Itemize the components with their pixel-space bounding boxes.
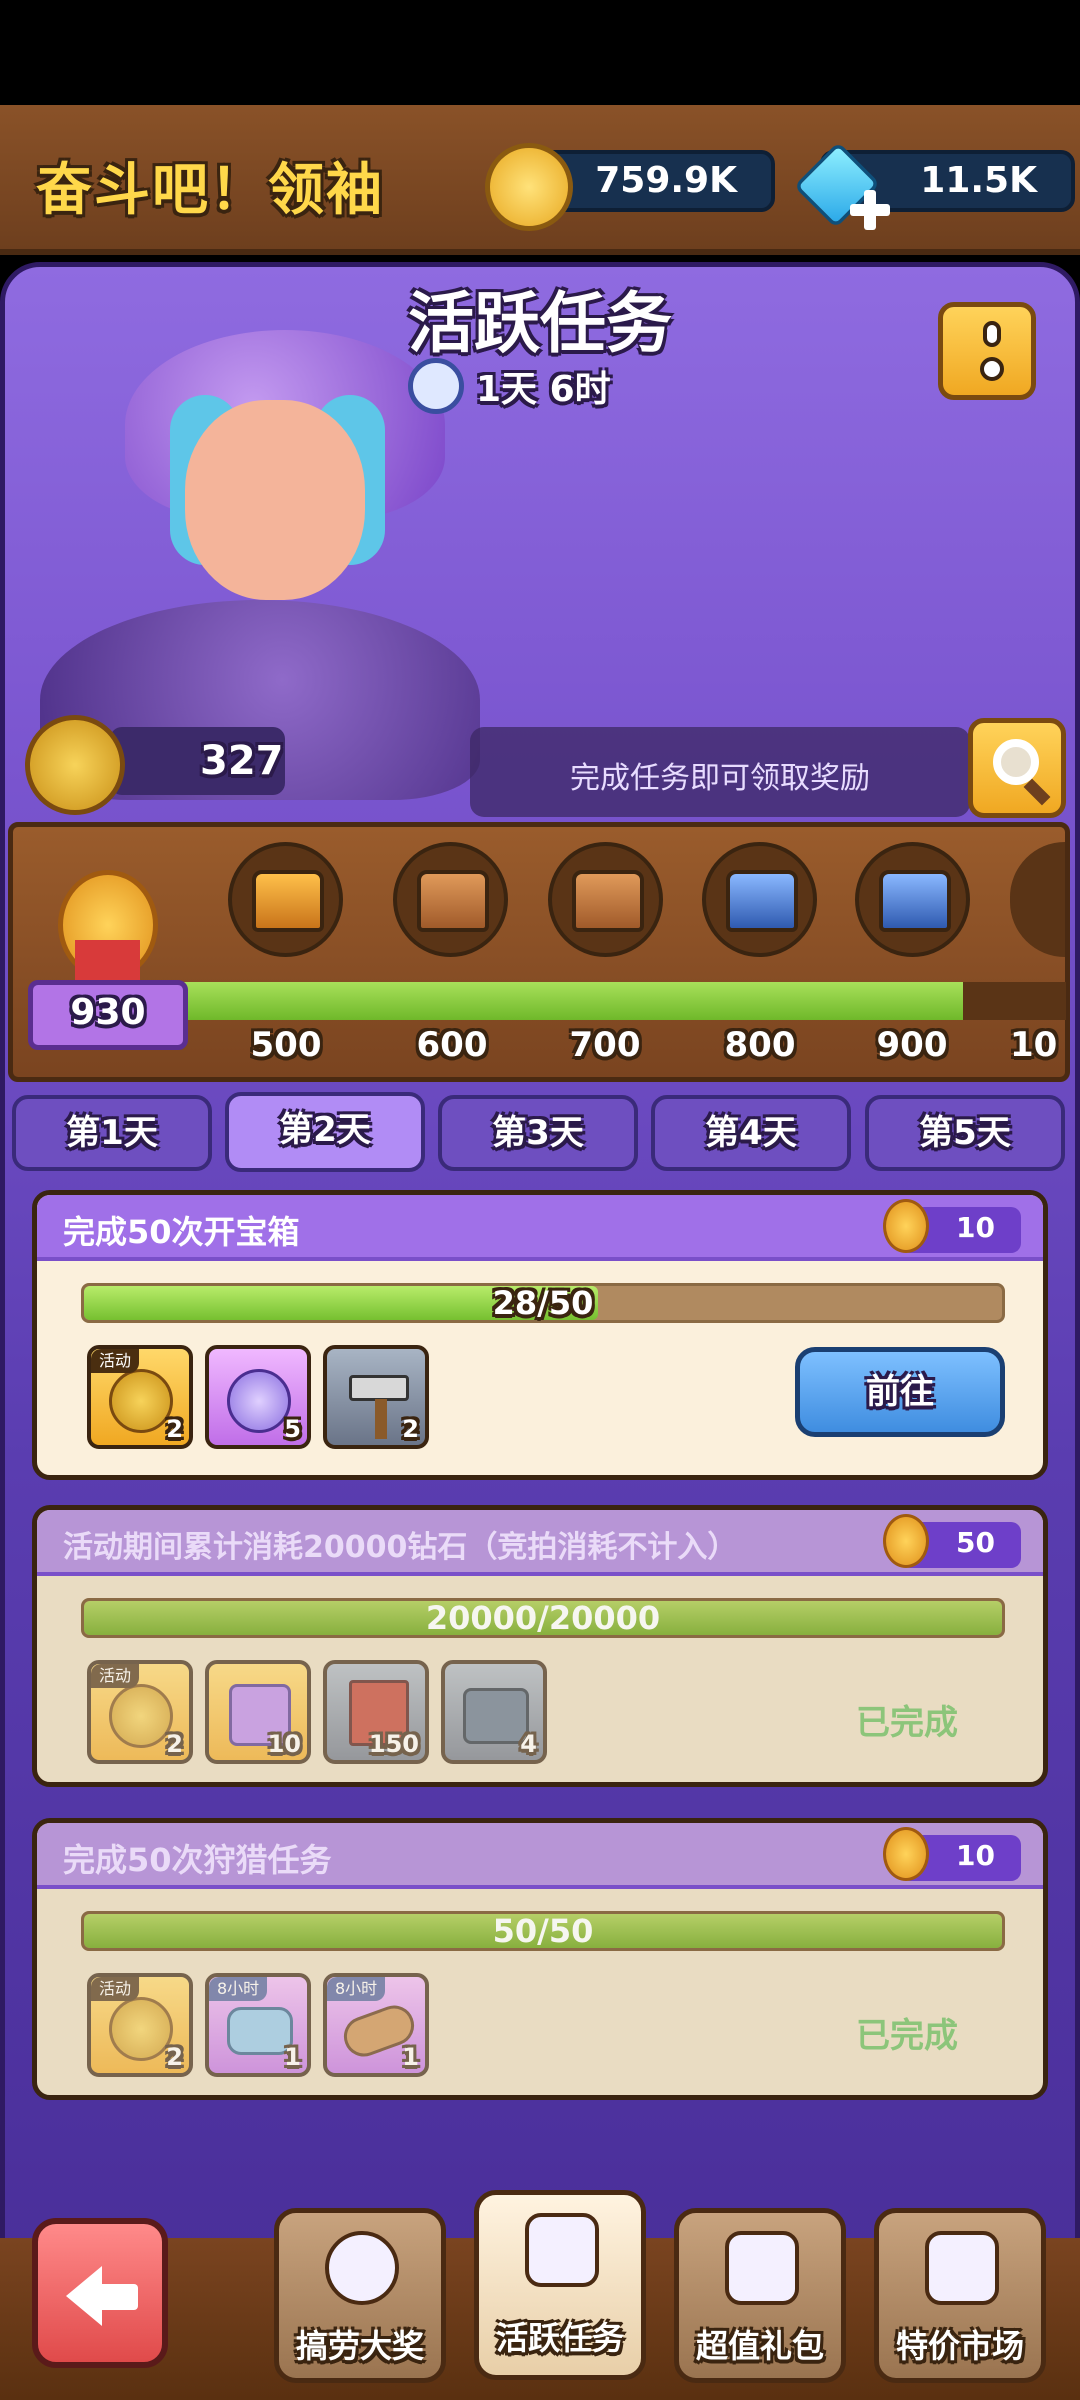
go-button[interactable]: 前往 (795, 1347, 1005, 1437)
gold-coin-icon (485, 143, 573, 231)
gift-box-icon (725, 2231, 799, 2305)
magnifier-button[interactable] (968, 718, 1066, 818)
task-card: 完成50次狩猎任务 10 50/50 活动 2 8小时 1 8小时 1 已完成 (32, 1818, 1048, 2100)
milestone-label: 700 (569, 1025, 641, 1065)
task-card: 完成50次开宝箱 10 28/50 活动 2 5 2 前往 (32, 1190, 1048, 1480)
milestone-chest-500[interactable] (228, 842, 343, 957)
reward-item[interactable]: 8小时 1 (205, 1973, 311, 2077)
task-progress-bar: 20000/20000 (81, 1598, 1005, 1638)
tab-day-2[interactable]: 第2天 (225, 1092, 425, 1172)
milestone-label: 500 (250, 1025, 322, 1065)
task-reward-points: 10 (883, 1827, 1021, 1881)
tab-day-1[interactable]: 第1天 (12, 1095, 212, 1171)
clipboard-icon (525, 2213, 599, 2287)
task-title: 完成50次狩猎任务 (63, 1841, 332, 1879)
task-header: 完成50次狩猎任务 10 (37, 1823, 1043, 1889)
milestone-chest-600[interactable] (393, 842, 508, 957)
task-progress-text: 28/50 (492, 1284, 594, 1322)
tab-day-4[interactable]: 第4天 (651, 1095, 851, 1171)
milestone-label: 600 (416, 1025, 488, 1065)
shop-icon (925, 2231, 999, 2305)
nav-reward[interactable]: 搞劳大奖 (274, 2208, 446, 2383)
purple-token-icon (227, 1369, 291, 1433)
task-progress-text: 20000/20000 (425, 1599, 661, 1637)
reward-item[interactable]: 4 (441, 1660, 547, 1764)
bronze-chest-icon (572, 870, 644, 932)
reward-item[interactable]: 150 (323, 1660, 429, 1764)
task-reward-points: 10 (883, 1199, 1021, 1253)
milestone-progress-fill (130, 982, 964, 1020)
clock-icon (408, 358, 464, 414)
milestone-chest-900[interactable] (855, 842, 970, 957)
exclamation-icon (983, 321, 1001, 347)
back-arrow-icon (66, 2266, 102, 2326)
task-reward-points: 50 (883, 1514, 1021, 1568)
reward-item[interactable]: 10 (205, 1660, 311, 1764)
reward-item[interactable]: 8小时 1 (323, 1973, 429, 2077)
crown-medal-icon (883, 1199, 929, 1253)
completed-status: 已完成 (856, 2016, 958, 2056)
milestone-label: 10 (1010, 1025, 1058, 1065)
back-button[interactable] (32, 2218, 168, 2368)
nav-gift-pack[interactable]: 超值礼包 (674, 2208, 846, 2383)
event-coin-icon (109, 1997, 173, 2061)
event-coin-icon (109, 1684, 173, 1748)
task-title: 完成50次开宝箱 (63, 1213, 300, 1251)
nav-activity-tasks[interactable]: 活跃任务 (474, 2190, 646, 2380)
tab-day-3[interactable]: 第3天 (438, 1095, 638, 1171)
event-coin-icon (109, 1369, 173, 1433)
score-value: 930 (70, 992, 146, 1033)
star-medal-icon (325, 2231, 399, 2305)
blue-chest-icon (726, 870, 798, 932)
task-header: 完成50次开宝箱 10 (37, 1195, 1043, 1261)
hammer-icon (349, 1375, 409, 1401)
milestone-label: 900 (876, 1025, 948, 1065)
task-progress-bar: 50/50 (81, 1911, 1005, 1951)
hint-text: 完成任务即可领取奖励 (570, 761, 870, 796)
reward-item[interactable]: 活动 2 (87, 1345, 193, 1449)
reward-item[interactable]: 活动 2 (87, 1660, 193, 1764)
gem-value: 11.5K (920, 160, 1037, 201)
gold-value: 759.9K (595, 160, 737, 201)
reward-item[interactable]: 活动 2 (87, 1973, 193, 2077)
game-title: 奋斗吧！领袖 (36, 158, 384, 223)
activity-points-value: 327 (200, 738, 284, 784)
reward-item[interactable]: 5 (205, 1345, 311, 1449)
task-card: 活动期间累计消耗20000钻石（竞拍消耗不计入） 50 20000/20000 … (32, 1505, 1048, 1787)
add-gem-plus-icon[interactable] (850, 190, 890, 230)
task-progress-text: 50/50 (492, 1912, 594, 1950)
activity-coin-icon (25, 715, 125, 815)
crown-medal-icon (883, 1514, 929, 1568)
tab-day-5[interactable]: 第5天 (865, 1095, 1065, 1171)
countdown-timer: 1天 6时 (476, 369, 611, 410)
completed-status: 已完成 (856, 1703, 958, 1743)
task-progress-bar: 28/50 (81, 1283, 1005, 1323)
page-title: 活跃任务 (408, 285, 672, 362)
milestone-label: 800 (724, 1025, 796, 1065)
bronze-chest-icon (417, 870, 489, 932)
milestone-chest-700[interactable] (548, 842, 663, 957)
reward-item[interactable]: 2 (323, 1345, 429, 1449)
crown-medal-icon (883, 1827, 929, 1881)
task-title: 活动期间累计消耗20000钻石（竞拍消耗不计入） (63, 1530, 738, 1565)
gold-chest-icon (252, 870, 324, 932)
milestone-chest-800[interactable] (702, 842, 817, 957)
nav-market[interactable]: 特价市场 (874, 2208, 1046, 2383)
blue-chest-icon (879, 870, 951, 932)
info-button[interactable] (938, 302, 1036, 400)
character-face (185, 400, 365, 600)
task-header: 活动期间累计消耗20000钻石（竞拍消耗不计入） 50 (37, 1510, 1043, 1576)
